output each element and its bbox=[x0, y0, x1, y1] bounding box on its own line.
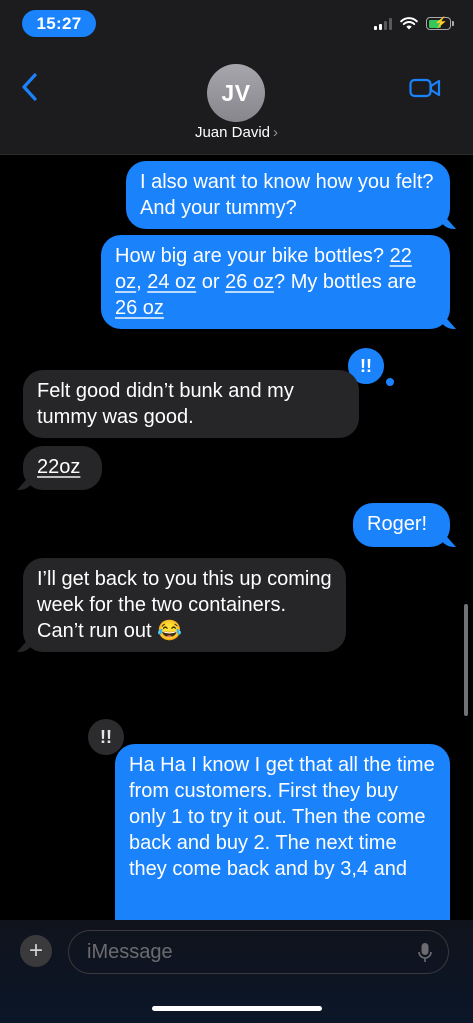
message-text: , bbox=[136, 271, 148, 293]
plus-icon[interactable]: + bbox=[20, 935, 52, 967]
measurement-link[interactable]: 26 oz bbox=[225, 271, 274, 293]
message-bubble-received[interactable]: I’ll get back to you this up coming week… bbox=[23, 558, 346, 652]
home-indicator[interactable] bbox=[152, 1006, 322, 1011]
status-icons: ⚡ bbox=[374, 17, 454, 30]
message-bubble-sent[interactable]: I also want to know how you felt? And yo… bbox=[126, 161, 450, 229]
message-bubble-received[interactable]: 22oz bbox=[23, 446, 102, 490]
message-text: ? My bottles are bbox=[274, 271, 417, 293]
contact-name: Juan David bbox=[194, 124, 271, 141]
scrollbar[interactable] bbox=[464, 604, 468, 716]
tapback-label: !! bbox=[360, 355, 372, 376]
cellular-signal-icon bbox=[374, 17, 392, 30]
tapback-label: !! bbox=[100, 726, 112, 747]
wifi-icon bbox=[400, 17, 418, 30]
message-bubble-sent[interactable]: Roger! bbox=[353, 503, 450, 547]
message-text: or bbox=[196, 271, 226, 293]
chevron-left-icon[interactable] bbox=[18, 72, 42, 102]
message-text: How big are your bike bottles? bbox=[115, 245, 390, 267]
message-text: Roger! bbox=[367, 513, 428, 535]
message-bubble-sent[interactable]: How big are your bike bottles? 22 oz, 24… bbox=[101, 235, 450, 329]
message-bubble-sent[interactable]: Ha Ha I know I get that all the time fro… bbox=[115, 744, 450, 924]
microphone-icon[interactable] bbox=[418, 942, 432, 964]
measurement-link[interactable]: 22oz bbox=[37, 456, 80, 478]
message-input[interactable]: iMessage bbox=[68, 930, 449, 974]
battery-charging-icon: ⚡ bbox=[426, 17, 454, 30]
conversation-header: 15:27 ⚡ JV Juan David › bbox=[0, 0, 473, 155]
message-input-placeholder: iMessage bbox=[87, 941, 173, 963]
message-text: Ha Ha I know I get that all the time fro… bbox=[129, 754, 435, 880]
message-text: Felt good didn’t bunk and my tummy was g… bbox=[37, 380, 294, 428]
contact-avatar[interactable]: JV bbox=[207, 64, 265, 122]
message-bubble-received[interactable]: Felt good didn’t bunk and my tummy was g… bbox=[23, 370, 359, 438]
message-text: I’ll get back to you this up coming week… bbox=[37, 568, 332, 642]
measurement-link[interactable]: 24 oz bbox=[147, 271, 196, 293]
chevron-right-icon: › bbox=[273, 124, 279, 141]
status-time: 15:27 bbox=[22, 10, 96, 37]
video-camera-icon[interactable] bbox=[409, 77, 441, 99]
message-text: I also want to know how you felt? And yo… bbox=[140, 171, 434, 219]
contact-name-button[interactable]: Juan David › bbox=[0, 124, 473, 141]
measurement-link[interactable]: 26 oz bbox=[115, 297, 164, 319]
